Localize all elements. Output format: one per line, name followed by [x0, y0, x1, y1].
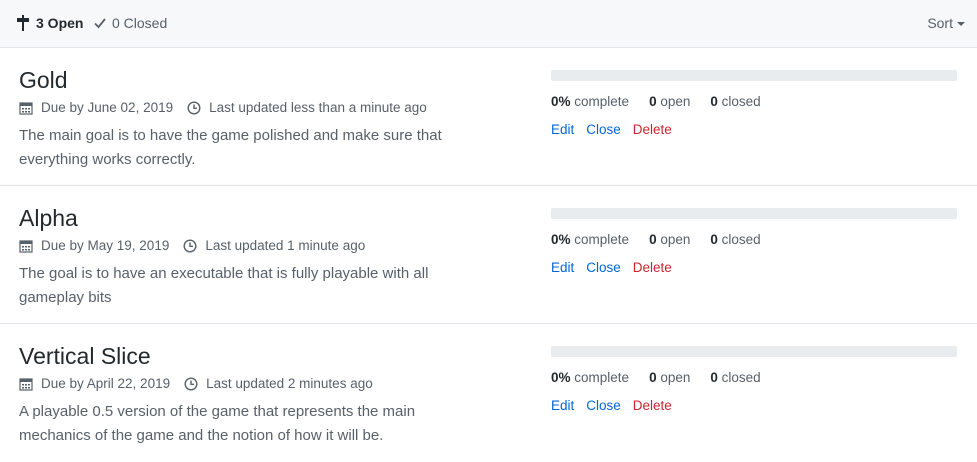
milestone-icon	[17, 15, 29, 31]
closed-label: closed	[721, 370, 761, 385]
closed-count: 0	[710, 94, 718, 109]
open-issues[interactable]: 0 open	[649, 232, 690, 247]
closed-label: closed	[721, 94, 761, 109]
progress-bar	[551, 346, 957, 357]
milestone-description: A playable 0.5 version of the game that …	[19, 403, 416, 444]
closed-issues[interactable]: 0 closed	[710, 232, 760, 247]
open-issues[interactable]: 0 open	[649, 370, 690, 385]
milestones-header: 3 Open 0 Closed Sort	[0, 0, 977, 48]
percent-value: 0%	[551, 370, 571, 385]
milestone-meta: Due by April 22, 2019 Last updated 2 min…	[19, 376, 373, 391]
closed-issues[interactable]: 0 closed	[710, 370, 760, 385]
complete-label: complete	[574, 370, 630, 385]
open-count-label: 3 Open	[36, 15, 84, 31]
milestone-title[interactable]: Vertical Slice	[19, 343, 151, 369]
edit-link[interactable]: Edit	[551, 398, 574, 413]
complete-label: complete	[574, 94, 630, 109]
last-updated: Last updated less than a minute ago	[209, 100, 427, 115]
closed-count: 0	[710, 232, 718, 247]
closed-filter[interactable]: 0 Closed	[94, 15, 167, 31]
milestone-actions: Edit Close Delete	[551, 398, 684, 413]
close-link[interactable]: Close	[586, 122, 621, 137]
delete-link[interactable]: Delete	[633, 122, 672, 137]
delete-link[interactable]: Delete	[633, 260, 672, 275]
milestone-meta: Due by May 19, 2019 Last updated 1 minut…	[19, 238, 365, 253]
open-label: open	[660, 94, 691, 109]
last-updated: Last updated 2 minutes ago	[206, 376, 373, 391]
close-link[interactable]: Close	[586, 260, 621, 275]
open-label: open	[660, 370, 691, 385]
caret-down-icon	[957, 21, 965, 26]
open-label: open	[660, 232, 691, 247]
sort-dropdown[interactable]: Sort	[927, 15, 965, 31]
last-updated-group: Last updated 2 minutes ago	[184, 376, 373, 391]
open-filter[interactable]: 3 Open	[16, 15, 83, 31]
sort-label: Sort	[927, 15, 953, 31]
open-issues[interactable]: 0 open	[649, 94, 690, 109]
progress-bar	[551, 208, 957, 219]
closed-count-label: 0 Closed	[112, 15, 168, 31]
calendar-icon	[19, 101, 33, 115]
open-count: 0	[649, 94, 657, 109]
calendar-icon	[19, 239, 33, 253]
clock-icon	[183, 238, 197, 253]
last-updated-group: Last updated 1 minute ago	[183, 238, 365, 253]
closed-label: closed	[721, 232, 761, 247]
milestone-item: Vertical Slice Due by April 22, 2019 Las…	[0, 324, 977, 462]
percent-complete: 0% complete	[551, 94, 629, 109]
clock-icon	[187, 100, 201, 115]
close-link[interactable]: Close	[586, 398, 621, 413]
edit-link[interactable]: Edit	[551, 122, 574, 137]
open-count: 0	[649, 232, 657, 247]
milestone-item: Gold Due by June 02, 2019 Last updated l…	[0, 48, 977, 186]
complete-label: complete	[574, 232, 630, 247]
percent-value: 0%	[551, 94, 571, 109]
due-date: Due by April 22, 2019	[41, 376, 171, 391]
due-date: Due by May 19, 2019	[41, 238, 170, 253]
closed-issues[interactable]: 0 closed	[710, 94, 760, 109]
closed-count: 0	[710, 370, 718, 385]
milestone-stats: 0% complete 0 open 0 closed	[551, 370, 781, 385]
milestone-actions: Edit Close Delete	[551, 260, 684, 275]
open-count: 0	[649, 370, 657, 385]
milestone-stats: 0% complete 0 open 0 closed	[551, 94, 781, 109]
milestone-item: Alpha Due by May 19, 2019 Last updated 1…	[0, 186, 977, 324]
percent-complete: 0% complete	[551, 370, 629, 385]
delete-link[interactable]: Delete	[633, 398, 672, 413]
milestone-description: The main goal is to have the game polish…	[19, 127, 442, 168]
edit-link[interactable]: Edit	[551, 260, 574, 275]
milestone-actions: Edit Close Delete	[551, 122, 684, 137]
calendar-icon	[19, 377, 33, 391]
percent-complete: 0% complete	[551, 232, 629, 247]
milestone-title[interactable]: Gold	[19, 67, 68, 93]
last-updated-group: Last updated less than a minute ago	[187, 100, 427, 115]
milestone-stats: 0% complete 0 open 0 closed	[551, 232, 781, 247]
check-icon	[94, 18, 106, 29]
due-date: Due by June 02, 2019	[41, 100, 174, 115]
milestone-meta: Due by June 02, 2019 Last updated less t…	[19, 100, 427, 115]
milestone-description: The goal is to have an executable that i…	[19, 265, 429, 306]
clock-icon	[184, 376, 198, 391]
percent-value: 0%	[551, 232, 571, 247]
milestone-title[interactable]: Alpha	[19, 205, 78, 231]
last-updated: Last updated 1 minute ago	[205, 238, 366, 253]
progress-bar	[551, 70, 957, 81]
